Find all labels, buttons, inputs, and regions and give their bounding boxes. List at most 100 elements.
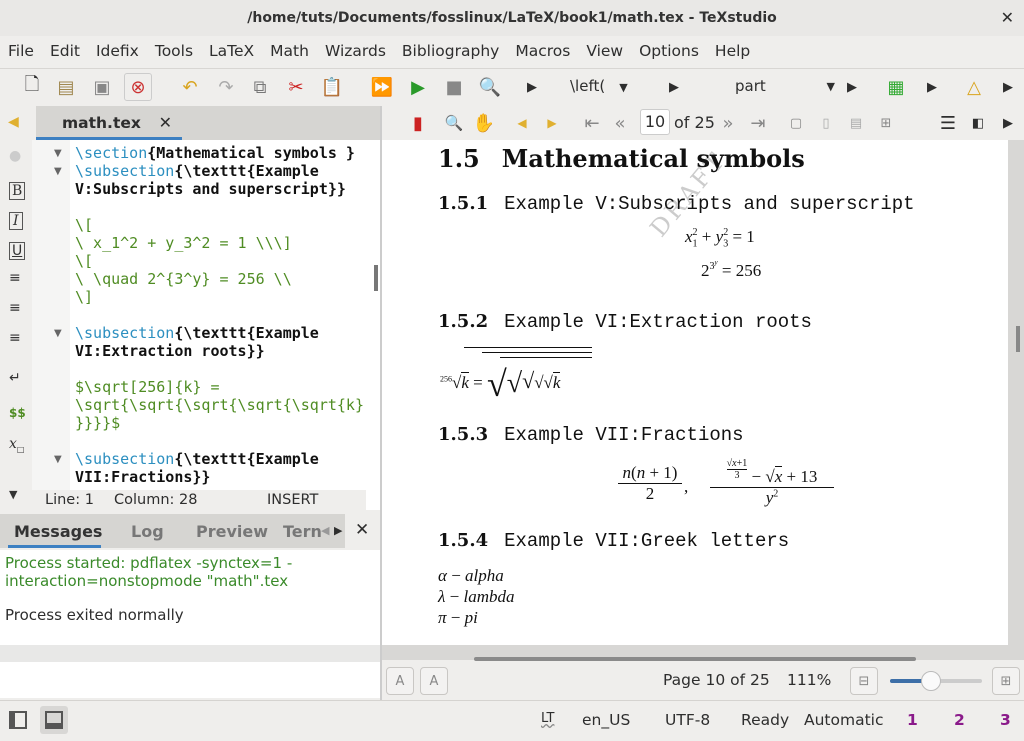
toggle-messages-button[interactable] — [40, 706, 68, 734]
tab-math-tex[interactable]: math.tex ✕ — [36, 106, 182, 140]
code-line[interactable]: VII:Fractions}} — [75, 468, 210, 486]
close-tab-icon[interactable]: ✕ — [159, 113, 172, 132]
encoding-selector[interactable]: UTF-8 — [665, 711, 710, 729]
single-page-icon[interactable]: ▢ — [782, 109, 810, 137]
compile-icon[interactable]: ▶ — [404, 73, 432, 101]
back-icon[interactable]: ◀ — [508, 109, 536, 137]
scroll-right-icon[interactable]: ▶ — [334, 524, 342, 537]
structure-combo[interactable]: part ▼ — [735, 77, 835, 95]
page-width-icon[interactable]: ▯ — [812, 109, 840, 137]
fold-arrow-icon[interactable]: ▼ — [54, 148, 62, 159]
code-line[interactable]: \[ — [75, 216, 93, 234]
forward-icon[interactable]: ● — [9, 148, 21, 164]
menu-idefix[interactable]: Idefix — [88, 38, 147, 64]
sidebar-icon[interactable]: ◧ — [964, 109, 992, 137]
new-file-icon[interactable]: 🗋 — [18, 73, 46, 101]
subscript-icon[interactable]: x□ — [9, 436, 24, 454]
copy-icon[interactable]: ⧉ — [246, 73, 274, 101]
font-icon[interactable]: A — [420, 667, 448, 695]
underline-icon[interactable]: U — [9, 242, 26, 260]
pdf-vertical-scrollbar[interactable] — [1016, 326, 1020, 352]
fold-arrow-icon[interactable]: ▼ — [54, 454, 62, 465]
font-icon[interactable]: A — [386, 667, 414, 695]
languagetool-icon[interactable]: LT — [541, 711, 554, 726]
close-messages-icon[interactable]: ✕ — [355, 520, 369, 540]
more-arrow-icon[interactable]: ▶ — [994, 109, 1022, 137]
toggle-structure-icon[interactable] — [9, 711, 27, 729]
open-file-icon[interactable]: ▤ — [52, 73, 80, 101]
redo-icon[interactable]: ↷ — [212, 73, 240, 101]
more-arrow-icon[interactable]: ▶ — [660, 73, 688, 101]
zoom-slider[interactable] — [890, 671, 982, 691]
tab-messages[interactable]: Messages — [14, 522, 102, 541]
next-page-icon[interactable]: » — [714, 109, 742, 137]
bookmark-3-icon[interactable]: 3 — [1000, 711, 1011, 729]
menu-file[interactable]: File — [0, 38, 42, 64]
menu-options[interactable]: Options — [631, 38, 707, 64]
scroll-left-icon[interactable]: ◀ — [321, 524, 329, 537]
save-icon[interactable]: ▣ — [88, 73, 116, 101]
bookmark-1-icon[interactable]: 1 — [907, 711, 918, 729]
code-line[interactable]: \ x_1^2 + y_3^2 = 1 \\\] — [75, 234, 292, 252]
code-line[interactable]: $\sqrt[256]{k} = — [75, 378, 220, 396]
menu-macros[interactable]: Macros — [507, 38, 578, 64]
window-close-button[interactable]: ✕ — [1001, 0, 1014, 36]
tab-log[interactable]: Log — [131, 522, 164, 541]
menu-tools[interactable]: Tools — [147, 38, 201, 64]
code-line[interactable]: \] — [75, 288, 93, 306]
pdf-search-icon[interactable]: 🔍 — [440, 109, 468, 137]
hand-tool-icon[interactable]: ✋ — [470, 109, 498, 137]
menu-help[interactable]: Help — [707, 38, 758, 64]
code-line[interactable]: }}}}$ — [75, 414, 120, 432]
code-line[interactable]: V:Subscripts and superscript}} — [75, 180, 346, 198]
code-line[interactable]: \subsection{\texttt{Example — [75, 450, 319, 468]
back-arrow-icon[interactable]: ◀ — [8, 114, 19, 130]
pdf-horizontal-scrollbar[interactable] — [474, 657, 916, 661]
menu-math[interactable]: Math — [262, 38, 317, 64]
menu-edit[interactable]: Edit — [42, 38, 88, 64]
align-left-icon[interactable]: ≡ — [9, 270, 21, 286]
tab-preview[interactable]: Preview — [196, 522, 268, 541]
menu-latex[interactable]: LaTeX — [201, 38, 262, 64]
math-mode-icon[interactable]: $$ — [9, 406, 26, 420]
undo-icon[interactable]: ↶ — [176, 73, 204, 101]
warning-icon[interactable]: △ — [960, 73, 988, 101]
paste-icon[interactable]: 📋 — [318, 73, 346, 101]
text-page-icon[interactable]: ▤ — [842, 109, 870, 137]
newline-icon[interactable]: ↵ — [9, 370, 21, 386]
code-line[interactable]: \[ — [75, 252, 93, 270]
code-line[interactable]: \section{Mathematical symbols } — [75, 144, 355, 162]
code-line[interactable]: \ \quad 2^{3^y} = 256 \\ — [75, 270, 292, 288]
tab-terminal[interactable]: Tern — [283, 522, 322, 541]
build-view-icon[interactable]: ⏩ — [368, 73, 396, 101]
pdf-sync-icon[interactable]: ▮ — [404, 109, 432, 137]
zoom-out-button[interactable]: ⊟ — [850, 667, 878, 695]
menu-wizards[interactable]: Wizards — [317, 38, 394, 64]
cut-icon[interactable]: ✂ — [282, 73, 310, 101]
language-selector[interactable]: en_US — [582, 711, 630, 729]
left-delimiter-combo[interactable]: \left(▼ — [570, 77, 628, 95]
view-pdf-icon[interactable]: 🔍 — [476, 73, 504, 101]
forward-icon[interactable]: ▶ — [538, 109, 566, 137]
code-line[interactable]: \subsection{\texttt{Example — [75, 162, 319, 180]
menu-bibliography[interactable]: Bibliography — [394, 38, 507, 64]
code-line[interactable]: \subsection{\texttt{Example — [75, 324, 319, 342]
align-right-icon[interactable]: ≡ — [9, 330, 21, 346]
prev-page-icon[interactable]: « — [606, 109, 634, 137]
last-page-icon[interactable]: ⇥ — [744, 109, 772, 137]
italic-icon[interactable]: I — [9, 212, 23, 230]
grid-view-icon[interactable]: ⊞ — [872, 109, 900, 137]
code-line[interactable]: VI:Extraction roots}} — [75, 342, 265, 360]
more-down-icon[interactable]: ▼ — [9, 488, 17, 501]
stop-icon[interactable]: ■ — [440, 73, 468, 101]
more-arrow-icon[interactable]: ▶ — [994, 73, 1022, 101]
menu-view[interactable]: View — [578, 38, 631, 64]
compile-mode[interactable]: Automatic — [804, 711, 884, 729]
bookmark-2-icon[interactable]: 2 — [954, 711, 965, 729]
zoom-slider-handle[interactable] — [921, 671, 942, 691]
more-arrow-icon[interactable]: ▶ — [838, 73, 866, 101]
align-center-icon[interactable]: ≡ — [9, 300, 21, 316]
more-arrow-icon[interactable]: ▶ — [518, 73, 546, 101]
fold-arrow-icon[interactable]: ▼ — [54, 328, 62, 339]
fold-arrow-icon[interactable]: ▼ — [54, 166, 62, 177]
